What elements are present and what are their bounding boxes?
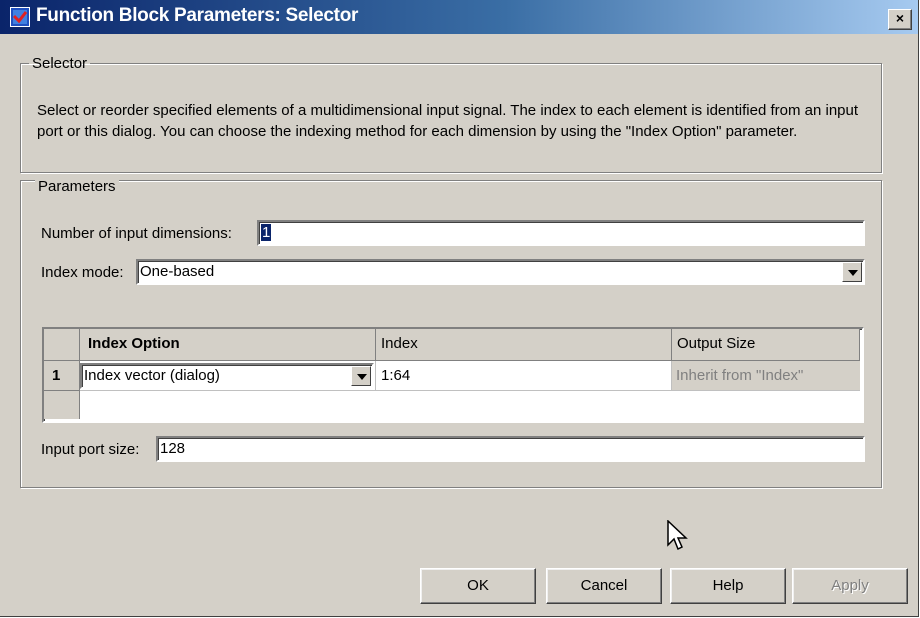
parameters-group-legend: Parameters xyxy=(35,178,119,195)
column-header-index[interactable]: Index xyxy=(376,329,672,361)
index-mode-select[interactable]: One-based xyxy=(136,259,865,285)
chevron-down-icon[interactable] xyxy=(351,366,371,386)
num-dims-input[interactable]: 1 xyxy=(257,220,865,246)
column-header-output-size[interactable]: Output Size xyxy=(672,329,860,361)
title-bar[interactable]: Function Block Parameters: Selector × xyxy=(0,0,918,34)
index-option-select[interactable]: Index vector (dialog) xyxy=(80,363,374,389)
mouse-pointer-icon xyxy=(667,520,688,551)
ok-button[interactable]: OK xyxy=(420,568,536,604)
table-corner xyxy=(44,329,80,361)
apply-button[interactable]: Apply xyxy=(792,568,908,604)
input-port-size-input[interactable]: 128 xyxy=(156,436,865,462)
index-option-value: Index vector (dialog) xyxy=(84,367,220,384)
empty-row-header xyxy=(44,391,80,419)
simulink-block-icon xyxy=(10,7,30,27)
selector-group-legend: Selector xyxy=(32,55,88,72)
window-title: Function Block Parameters: Selector xyxy=(36,5,359,26)
selector-group: Selector Select or reorder specified ele… xyxy=(20,55,882,173)
index-mode-label: Index mode: xyxy=(41,264,124,281)
dialog-window: Function Block Parameters: Selector × Se… xyxy=(0,0,919,617)
chevron-down-icon[interactable] xyxy=(842,262,862,282)
cancel-button[interactable]: Cancel xyxy=(546,568,662,604)
num-dims-value: 1 xyxy=(261,224,272,241)
output-size-cell: Inherit from "Index" xyxy=(672,361,860,391)
help-button[interactable]: Help xyxy=(670,568,786,604)
index-option-cell[interactable]: Index vector (dialog) xyxy=(80,361,376,391)
close-icon: × xyxy=(895,10,905,26)
num-dims-label: Number of input dimensions: xyxy=(41,225,232,242)
index-table: Index Option Index Output Size 1 Index v… xyxy=(42,327,864,423)
close-button[interactable]: × xyxy=(888,9,912,30)
index-cell[interactable]: 1:64 xyxy=(376,361,672,391)
row-number: 1 xyxy=(44,361,80,391)
input-port-size-value: 128 xyxy=(160,440,186,457)
column-header-index-option[interactable]: Index Option xyxy=(80,329,376,361)
block-description: Select or reorder specified elements of … xyxy=(37,102,859,140)
input-port-size-label: Input port size: xyxy=(41,441,140,458)
index-mode-value: One-based xyxy=(140,263,215,280)
